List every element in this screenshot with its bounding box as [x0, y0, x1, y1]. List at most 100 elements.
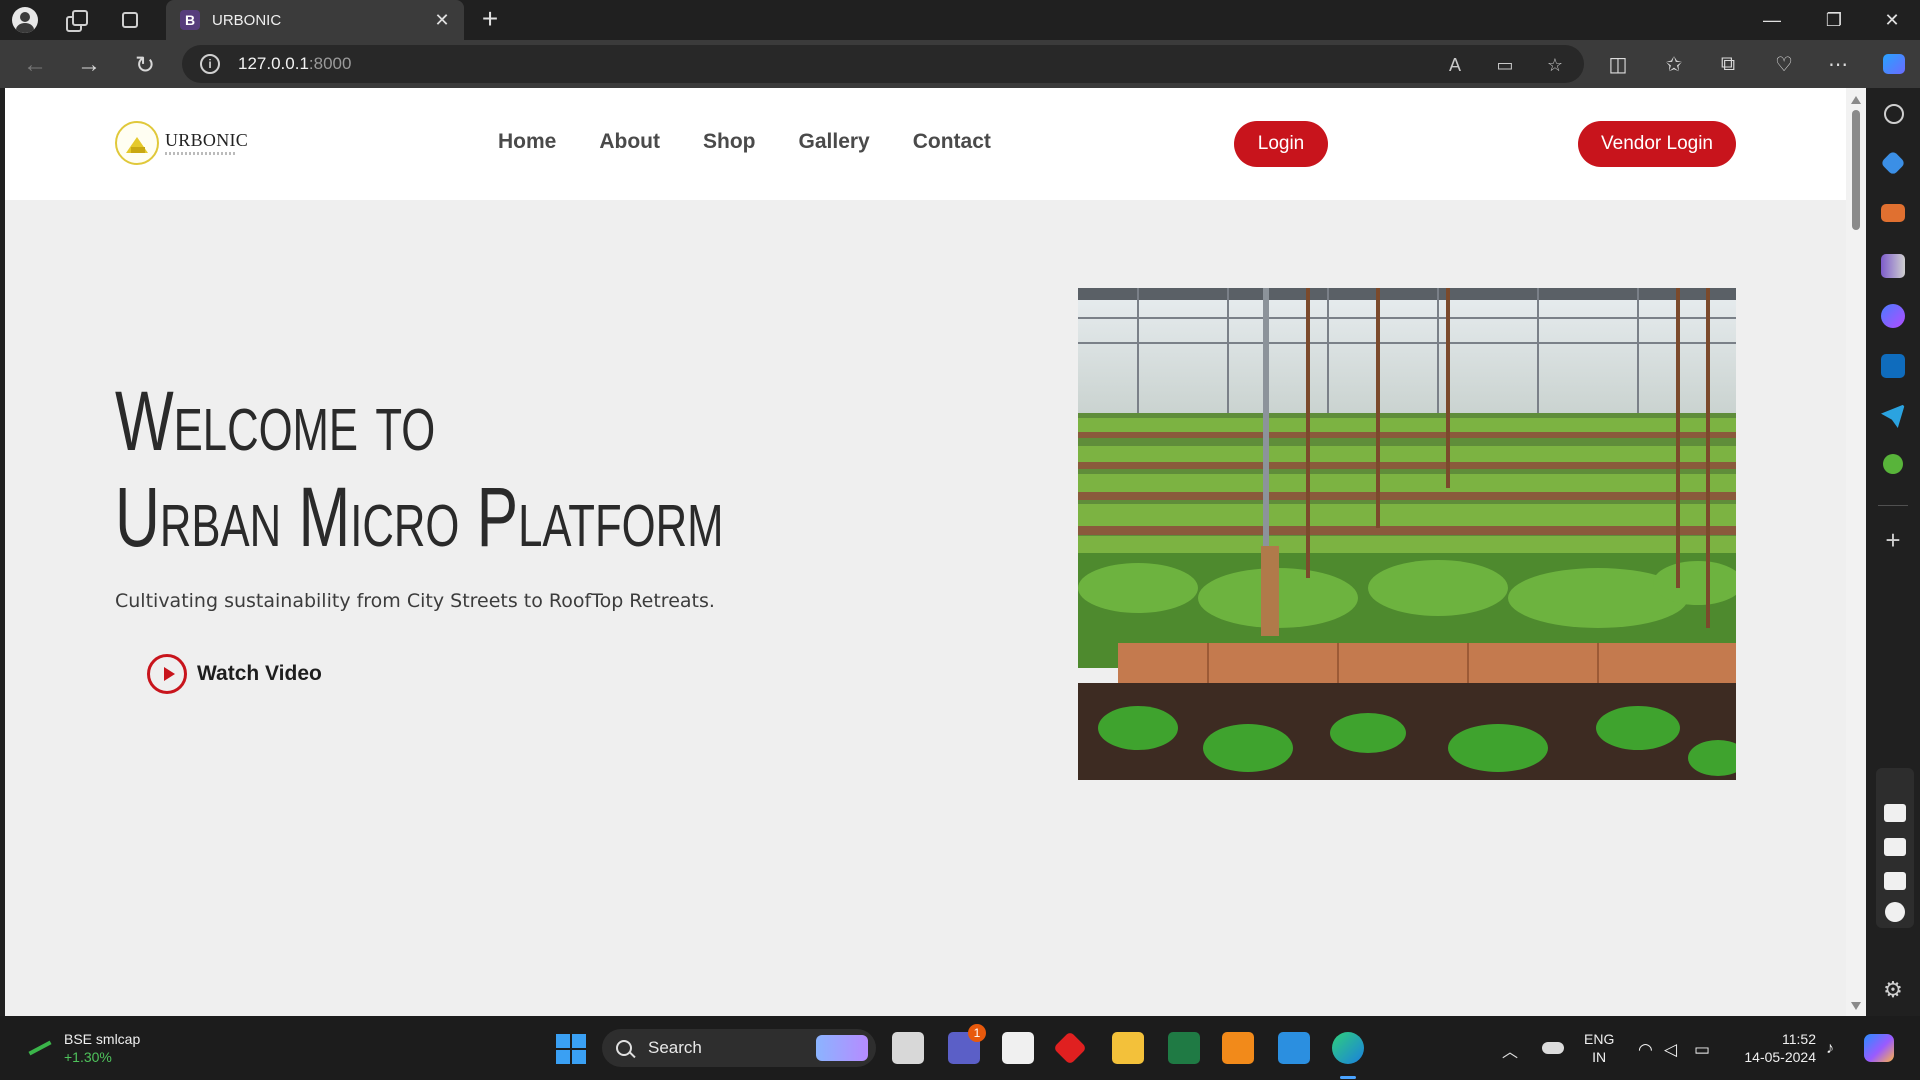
- browser-title-bar: B URBONIC ✕ + — ❐ ✕: [0, 0, 1920, 40]
- hero-subtitle: Cultivating sustainability from City Str…: [115, 590, 715, 612]
- task-view-icon[interactable]: [892, 1032, 924, 1064]
- favorite-star-icon[interactable]: ☆: [1544, 54, 1566, 76]
- more-options-icon[interactable]: ⋯: [1822, 48, 1854, 80]
- hero-heading-line-2: Urban Micro Platform: [115, 470, 724, 564]
- stock-widget[interactable]: BSE smlcap +1.30%: [26, 1030, 140, 1066]
- url-port: :8000: [308, 54, 352, 73]
- new-tab-button[interactable]: +: [476, 5, 504, 34]
- tray-overflow-icon[interactable]: ︿: [1502, 1038, 1518, 1062]
- stock-name: BSE smlcap: [64, 1031, 141, 1047]
- address-bar[interactable]: i 127.0.0.1:8000 A ▭ ☆: [182, 45, 1584, 83]
- window-capture-icon[interactable]: [1884, 872, 1906, 890]
- nav-link-contact[interactable]: Contact: [913, 130, 991, 154]
- microsoft-store-icon[interactable]: [1002, 1032, 1034, 1064]
- site-logo[interactable]: URBONIC: [115, 121, 248, 165]
- collections-icon[interactable]: ⧉: [1712, 48, 1744, 80]
- play-icon[interactable]: [147, 654, 187, 694]
- refresh-button[interactable]: ↻: [128, 48, 162, 82]
- site-header: URBONIC Home About Shop Gallery Contact …: [5, 88, 1846, 200]
- close-tab-icon[interactable]: ✕: [430, 8, 454, 32]
- profile-avatar-icon[interactable]: [11, 6, 39, 34]
- system-clock[interactable]: 11:52 14-05-2024: [1736, 1030, 1816, 1066]
- file-explorer-icon[interactable]: [1112, 1032, 1144, 1064]
- scroll-thumb[interactable]: [1852, 110, 1860, 230]
- immersive-reader-icon[interactable]: ▭: [1494, 54, 1516, 76]
- favorites-icon[interactable]: ✩: [1658, 48, 1690, 80]
- tab-urbonic[interactable]: B URBONIC ✕: [166, 0, 464, 40]
- login-button[interactable]: Login: [1234, 121, 1328, 167]
- copilot-sidebar-icon[interactable]: [1878, 48, 1910, 80]
- language-indicator[interactable]: ENG IN: [1584, 1030, 1614, 1066]
- nav-link-about[interactable]: About: [599, 130, 660, 154]
- browser-essentials-icon[interactable]: ♡: [1768, 48, 1800, 80]
- watch-video-link[interactable]: Watch Video: [147, 654, 322, 694]
- stock-change: +1.30%: [64, 1049, 112, 1065]
- read-aloud-icon[interactable]: A: [1444, 54, 1466, 76]
- language-code: ENG: [1584, 1031, 1615, 1047]
- onedrive-icon[interactable]: [1542, 1042, 1564, 1054]
- url-host: 127.0.0.1: [238, 54, 309, 73]
- stock-trend-icon: [26, 1038, 54, 1058]
- scroll-up-arrow-icon[interactable]: [1851, 96, 1861, 104]
- nav-link-shop[interactable]: Shop: [703, 130, 756, 154]
- hero-heading: Welcome to Urban Micro Platform: [115, 373, 723, 565]
- taskbar-search-label: Search: [648, 1038, 702, 1057]
- teams-badge: 1: [968, 1024, 986, 1042]
- region-code: IN: [1592, 1049, 1607, 1065]
- page-scrollbar[interactable]: [1846, 88, 1866, 1016]
- outlook-icon[interactable]: [1881, 354, 1905, 378]
- video-record-icon[interactable]: [1884, 838, 1906, 856]
- edge-sidebar: + ⚙: [1866, 88, 1920, 1016]
- split-screen-icon[interactable]: ◫: [1602, 48, 1634, 80]
- telegram-icon[interactable]: [1881, 404, 1905, 428]
- scroll-down-arrow-icon[interactable]: [1851, 1002, 1861, 1010]
- wifi-icon[interactable]: ◠: [1638, 1040, 1653, 1060]
- sidebar-settings-icon[interactable]: ⚙: [1881, 978, 1905, 1002]
- nav-link-gallery[interactable]: Gallery: [799, 130, 870, 154]
- browser-toolbar: ← → ↻ i 127.0.0.1:8000 A ▭ ☆ ◫ ✩ ⧉ ♡ ⋯: [0, 40, 1920, 88]
- logo-text: URBONIC: [165, 130, 249, 150]
- notification-bell-icon[interactable]: ♪: [1826, 1040, 1834, 1058]
- site-info-icon[interactable]: i: [200, 54, 220, 74]
- close-window-button[interactable]: ✕: [1864, 0, 1920, 40]
- shopping-tag-icon[interactable]: [1880, 150, 1906, 176]
- restore-button[interactable]: ❐: [1806, 0, 1862, 40]
- screenshot-camera-icon[interactable]: [1884, 804, 1906, 822]
- microsoft-365-icon[interactable]: [1881, 304, 1905, 328]
- windows-taskbar: BSE smlcap +1.30% Search 1 ︿ ENG IN ◠ ◁ …: [0, 1016, 1920, 1080]
- back-button[interactable]: ←: [18, 48, 52, 82]
- hero-heading-line-1: Welcome to: [115, 374, 436, 468]
- sidebar-search-icon[interactable]: [1884, 104, 1904, 124]
- minimize-button[interactable]: —: [1744, 0, 1800, 40]
- battery-icon[interactable]: ▭: [1694, 1040, 1710, 1060]
- orange-app-icon[interactable]: [1222, 1032, 1254, 1064]
- copilot-icon[interactable]: [1864, 1034, 1894, 1062]
- games-icon[interactable]: [1881, 254, 1905, 278]
- red-app-icon[interactable]: [1053, 1031, 1087, 1065]
- logo-tagline: [165, 152, 235, 155]
- clock-date: 14-05-2024: [1744, 1049, 1816, 1065]
- crown-logo-icon: [115, 121, 159, 165]
- tools-briefcase-icon[interactable]: [1881, 204, 1905, 222]
- taskbar-search[interactable]: Search: [602, 1029, 876, 1067]
- capture-toolbar: [1876, 768, 1914, 928]
- nav-link-home[interactable]: Home: [498, 130, 556, 154]
- vscode-icon[interactable]: [1278, 1032, 1310, 1064]
- search-icon: [616, 1040, 632, 1056]
- vendor-login-button[interactable]: Vendor Login: [1578, 121, 1736, 167]
- greenhouse-hero-image: [1078, 288, 1736, 780]
- capture-settings-icon[interactable]: [1885, 902, 1905, 922]
- active-app-indicator: [1340, 1076, 1356, 1079]
- windows-start-icon[interactable]: [556, 1034, 586, 1064]
- watch-video-label: Watch Video: [197, 662, 322, 685]
- forward-button[interactable]: →: [72, 48, 106, 82]
- tab-actions-icon[interactable]: [116, 6, 144, 34]
- main-nav: Home About Shop Gallery Contact: [498, 130, 991, 154]
- workspaces-icon[interactable]: [62, 6, 90, 34]
- teams-icon[interactable]: 1: [948, 1024, 986, 1064]
- excel-icon[interactable]: [1168, 1032, 1200, 1064]
- tree-icon[interactable]: [1883, 454, 1903, 474]
- edge-browser-icon[interactable]: [1332, 1032, 1364, 1064]
- volume-icon[interactable]: ◁: [1664, 1040, 1677, 1060]
- sidebar-add-icon[interactable]: +: [1880, 527, 1906, 554]
